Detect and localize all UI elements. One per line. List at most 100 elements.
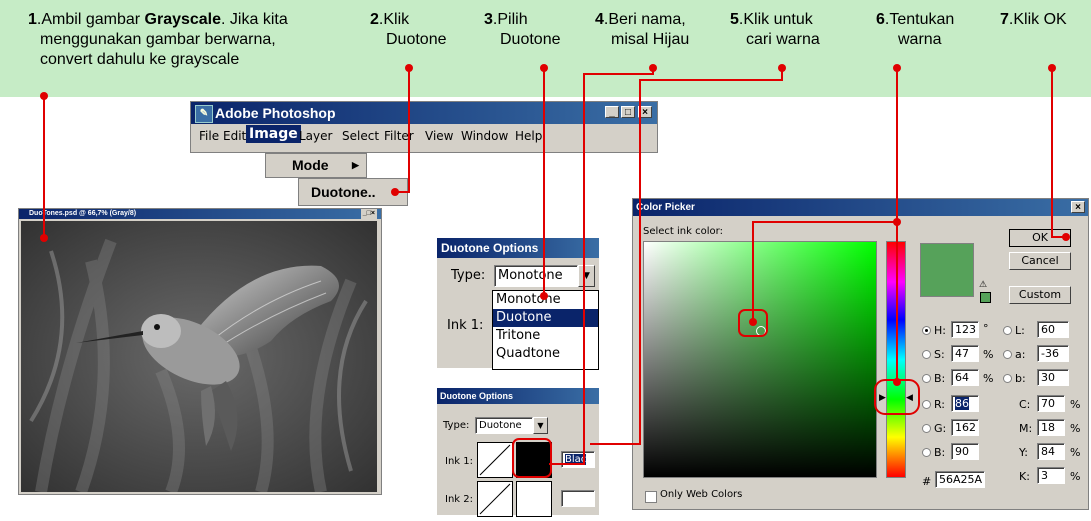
brightness-field[interactable]: 64 (951, 369, 979, 386)
menu-window[interactable]: Window (461, 129, 508, 143)
radio-saturation[interactable] (922, 350, 931, 359)
duotone-top-title: Duotone Options (437, 238, 599, 258)
blue-label: B: (934, 446, 946, 459)
ink1-color-swatch[interactable] (516, 442, 552, 478)
hue-slider-right-arrow-icon[interactable]: ◀ (906, 392, 913, 403)
hue-label: H: (934, 324, 946, 337)
radio-hue[interactable] (922, 326, 931, 335)
only-web-colors-checkbox[interactable] (645, 491, 657, 503)
menu-edit[interactable]: Edit (223, 129, 246, 143)
green-field[interactable]: 162 (951, 419, 979, 436)
black-field[interactable]: 3 (1037, 467, 1065, 484)
menu-layer[interactable]: Layer (299, 129, 332, 143)
hue-slider[interactable] (886, 241, 906, 478)
magenta-label: M: (1019, 422, 1033, 435)
option-quadtone[interactable]: Quadtone (493, 345, 598, 363)
black-unit: % (1070, 470, 1081, 483)
color-picker-dialog: Color Picker × Select ink color: ▶ ◀ ⚠ O… (632, 198, 1089, 510)
image-window-titlebar: DuoTones.psd @ 66,7% (Gray/8) _□× (19, 209, 381, 219)
black-label: K: (1019, 470, 1030, 483)
menu-select[interactable]: Select (342, 129, 379, 143)
hex-field[interactable]: 56A25A (935, 471, 985, 488)
image-window-title: DuoTones.psd @ 66,7% (Gray/8) (29, 210, 137, 217)
radio-b-lab[interactable] (1003, 374, 1012, 383)
type-select-2[interactable]: Duotone (475, 417, 533, 434)
menu-help[interactable]: Help (515, 129, 542, 143)
ink2-color-swatch[interactable] (516, 481, 552, 517)
cyan-field[interactable]: 70 (1037, 395, 1065, 412)
red-field[interactable]: 86 (951, 395, 979, 412)
menu-item-duotone[interactable]: Duotone.. (298, 178, 408, 206)
yellow-label: Y: (1019, 446, 1028, 459)
green-label: G: (934, 422, 947, 435)
radio-blue[interactable] (922, 448, 931, 457)
step-6: 6.Tentukan warna (876, 11, 955, 48)
custom-button[interactable]: Custom (1009, 286, 1071, 304)
menu-image[interactable]: Image (246, 125, 301, 143)
saturation-brightness-field[interactable] (643, 241, 877, 478)
step-4: 4.Beri nama, misal Hijau (595, 11, 690, 48)
l-field[interactable]: 60 (1037, 321, 1069, 338)
image-window-controls-icon[interactable]: _□× (360, 209, 377, 219)
radio-a[interactable] (1003, 350, 1012, 359)
image-window: DuoTones.psd @ 66,7% (Gray/8) _□× (18, 208, 382, 495)
photoshop-logo-icon: ✎ (195, 105, 213, 123)
cancel-button[interactable]: Cancel (1009, 252, 1071, 270)
ok-button[interactable]: OK (1009, 229, 1071, 247)
step-2: 2.Klik Duotone (370, 11, 447, 48)
radio-red[interactable] (922, 400, 931, 409)
b-lab-field[interactable]: 30 (1037, 369, 1069, 386)
b-lab-label: b: (1015, 372, 1026, 385)
radio-l[interactable] (1003, 326, 1012, 335)
photoshop-titlebar: ✎ Adobe Photoshop _ □ × (191, 102, 657, 124)
photoshop-title: Adobe Photoshop (215, 105, 336, 121)
color-marker[interactable] (756, 326, 766, 336)
dropdown-arrow-icon[interactable]: ▼ (578, 265, 595, 287)
saturation-unit: % (983, 348, 994, 361)
hue-unit: ° (983, 322, 989, 335)
blue-field[interactable]: 90 (951, 443, 979, 460)
saturation-field[interactable]: 47 (951, 345, 979, 362)
ink1-name-field[interactable]: Blac (561, 451, 595, 468)
magenta-unit: % (1070, 422, 1081, 435)
out-of-gamut-warning-icon[interactable]: ⚠ (979, 279, 987, 290)
step-7: 7.Klik OK (1000, 11, 1067, 28)
type-dropdown-list: Monotone Duotone Tritone Quadtone (492, 290, 599, 370)
color-picker-titlebar: Color Picker × (633, 199, 1088, 216)
type-select[interactable]: Monotone (494, 265, 578, 287)
step-1: 1.Ambil gambar Grayscale. Jika kita meng… (28, 11, 288, 68)
close-icon-2[interactable]: × (1071, 201, 1085, 213)
step-3: 3.Pilih Duotone (484, 11, 561, 48)
option-tritone[interactable]: Tritone (493, 327, 598, 345)
hex-hash-label: # (922, 475, 932, 488)
ink1-label: Ink 1: (447, 318, 484, 333)
hue-slider-left-arrow-icon[interactable]: ▶ (879, 392, 886, 403)
maximize-icon[interactable]: □ (621, 106, 635, 118)
magenta-field[interactable]: 18 (1037, 419, 1065, 436)
yellow-field[interactable]: 84 (1037, 443, 1065, 460)
ink2-curve-box[interactable] (477, 481, 513, 517)
radio-green[interactable] (922, 424, 931, 433)
menu-view[interactable]: View (425, 129, 453, 143)
menu-filter[interactable]: Filter (384, 129, 414, 143)
hue-field[interactable]: 123 (951, 321, 979, 338)
option-duotone[interactable]: Duotone (493, 309, 598, 327)
menu-item-mode[interactable]: Mode ▶ (265, 153, 367, 178)
a-field[interactable]: -36 (1037, 345, 1069, 362)
saturation-label: S: (934, 348, 945, 361)
ink2-name-field[interactable] (561, 490, 595, 507)
radio-brightness[interactable] (922, 374, 931, 383)
option-monotone[interactable]: Monotone (493, 291, 598, 309)
brightness-unit: % (983, 372, 994, 385)
minimize-icon[interactable]: _ (605, 106, 619, 118)
ink1-curve-box[interactable] (477, 442, 513, 478)
type-label: Type: (451, 268, 486, 283)
dropdown-arrow-icon-2[interactable]: ▼ (533, 417, 548, 434)
step-5: 5.Klik untuk cari warna (730, 11, 820, 48)
cyan-unit: % (1070, 398, 1081, 411)
close-icon[interactable]: × (638, 106, 652, 118)
web-safe-swatch-icon[interactable] (980, 292, 991, 303)
brightness-label: B: (934, 372, 946, 385)
new-color-swatch (920, 243, 974, 297)
menu-file[interactable]: File (199, 129, 219, 143)
